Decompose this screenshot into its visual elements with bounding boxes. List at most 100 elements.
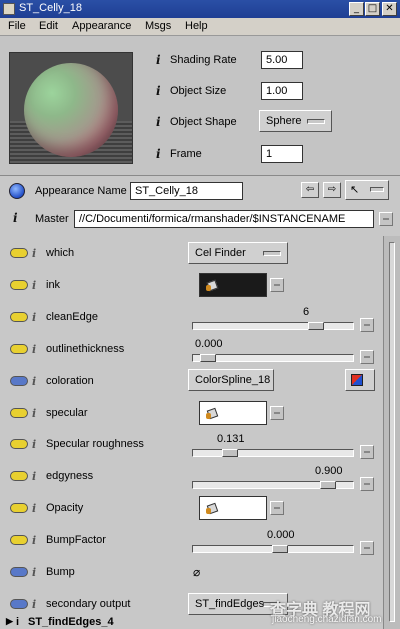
param-type-swatch[interactable] (10, 598, 28, 609)
info-icon[interactable]: i (32, 502, 36, 515)
object-shape-select[interactable]: Sphere (259, 110, 332, 132)
texture-slot[interactable] (199, 272, 267, 297)
texture-options-button[interactable] (270, 277, 284, 292)
param-row: i ink (0, 270, 383, 302)
info-icon[interactable]: i (32, 566, 36, 579)
param-slider[interactable] (192, 545, 354, 554)
param-type-swatch[interactable] (10, 439, 28, 450)
slider-options-button[interactable] (360, 477, 374, 492)
info-icon[interactable]: i (156, 84, 161, 98)
close-button[interactable]: ✕ (382, 2, 397, 16)
texture-options-button[interactable] (270, 501, 284, 516)
object-shape-value: Sphere (266, 115, 302, 127)
param-label: BumpFactor (46, 534, 106, 547)
texture-options-button[interactable] (270, 405, 284, 420)
menu-file[interactable]: File (8, 20, 26, 32)
param-type-swatch[interactable] (10, 535, 28, 546)
slider-thumb[interactable] (320, 481, 336, 490)
param-label: coloration (46, 374, 94, 387)
info-icon[interactable]: i (13, 211, 18, 225)
param-row: i Opacity (0, 493, 383, 525)
pointer-tool-select[interactable]: ↖ (345, 180, 389, 200)
info-icon[interactable]: i (32, 375, 36, 388)
info-icon[interactable]: i (156, 147, 161, 161)
texture-slot[interactable] (199, 496, 267, 521)
slider-thumb[interactable] (272, 545, 288, 554)
info-icon[interactable]: i (156, 115, 161, 129)
param-label: Bump (46, 566, 75, 578)
param-slider[interactable] (192, 353, 354, 362)
param-slider[interactable] (192, 481, 354, 490)
slider-options-button[interactable] (360, 445, 374, 460)
param-type-swatch[interactable] (10, 248, 28, 258)
param-option-value: ColorSpline_18 (195, 373, 271, 386)
slider-thumb[interactable] (200, 353, 216, 362)
paint-bucket-icon (206, 278, 220, 292)
vertical-scrollbar[interactable] (383, 236, 400, 629)
menu-edit[interactable]: Edit (39, 20, 58, 32)
info-icon[interactable]: i (156, 53, 161, 67)
object-size-label: Object Size (170, 85, 227, 97)
globe-icon[interactable] (9, 183, 25, 199)
info-icon[interactable]: i (32, 247, 36, 260)
param-label: which (46, 247, 75, 259)
frame-field[interactable]: 1 (261, 145, 303, 163)
param-type-swatch[interactable] (10, 567, 28, 577)
master-path-field[interactable]: //C/Documenti/formica/rmanshader/$INSTAN… (74, 210, 374, 228)
object-size-field[interactable]: 1.00 (261, 82, 303, 100)
param-option-select[interactable]: Cel Finder (188, 242, 288, 264)
slider-thumb[interactable] (308, 321, 324, 330)
param-slider[interactable] (192, 321, 354, 330)
param-type-swatch[interactable] (10, 343, 28, 354)
param-slider[interactable] (192, 449, 354, 458)
shading-rate-field[interactable]: 5.00 (261, 51, 303, 69)
scrollbar-track[interactable] (389, 242, 395, 622)
menu-appearance[interactable]: Appearance (72, 20, 131, 32)
texture-slot[interactable] (199, 400, 267, 425)
menu-msgs[interactable]: Msgs (145, 20, 171, 32)
maximize-button[interactable]: □ (365, 2, 380, 16)
param-row: i Specular roughness 0.131 (0, 429, 383, 461)
menu-bar: File Edit Appearance Msgs Help (0, 18, 400, 36)
shader-preview[interactable] (9, 52, 133, 164)
menu-help[interactable]: Help (185, 20, 208, 32)
info-icon[interactable]: i (32, 598, 36, 611)
link-icon[interactable]: ⌀ (193, 565, 200, 579)
master-label: Master (35, 213, 69, 225)
option-menu-indicator (263, 251, 281, 256)
info-icon[interactable]: i (32, 470, 36, 483)
forward-arrow-icon[interactable]: ⇨ (323, 182, 341, 198)
master-browse-button[interactable] (379, 212, 393, 226)
param-type-swatch[interactable] (10, 503, 28, 514)
info-icon[interactable]: i (32, 407, 36, 420)
param-row: i Bump ⌀ (0, 557, 383, 589)
slider-thumb[interactable] (222, 449, 238, 458)
color-picker-button[interactable] (345, 368, 375, 391)
info-icon[interactable]: i (32, 311, 36, 324)
param-type-swatch[interactable] (10, 407, 28, 418)
param-type-swatch[interactable] (10, 375, 28, 386)
param-label: outlinethickness (46, 342, 125, 355)
info-icon[interactable]: i (32, 438, 36, 451)
slider-options-button[interactable] (360, 349, 374, 364)
param-type-swatch[interactable] (10, 311, 28, 322)
param-type-swatch[interactable] (10, 279, 28, 290)
param-type-swatch[interactable] (10, 471, 28, 482)
info-icon[interactable]: i (32, 343, 36, 356)
param-row: i cleanEdge 6 (0, 302, 383, 334)
watermark-url: jiaocheng.chazidian.com (272, 614, 382, 625)
slider-options-button[interactable] (360, 317, 374, 332)
appearance-name-field[interactable]: ST_Celly_18 (130, 182, 243, 200)
frame-label: Frame (170, 148, 202, 160)
minimize-button[interactable]: _ (349, 2, 364, 16)
expand-icon[interactable]: ▶ (6, 616, 13, 627)
slider-options-button[interactable] (360, 541, 374, 556)
info-icon[interactable]: i (32, 279, 36, 292)
param-row: i edgyness 0.900 (0, 461, 383, 493)
color-palette-icon (351, 373, 363, 386)
appearance-name-label: Appearance Name (35, 185, 127, 197)
param-option-select[interactable]: ColorSpline_18 (188, 368, 274, 391)
back-arrow-icon[interactable]: ⇦ (301, 182, 319, 198)
info-icon[interactable]: i (32, 534, 36, 547)
slider-value: 0.900 (315, 465, 343, 478)
